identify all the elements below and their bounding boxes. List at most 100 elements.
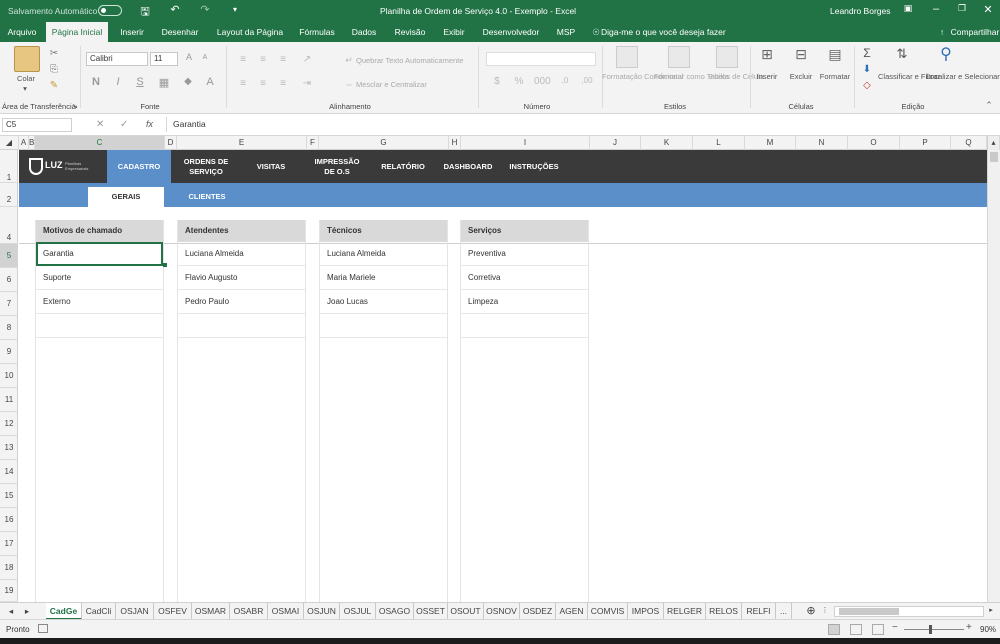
more-sheets-button[interactable]: ... [776, 603, 792, 620]
sort-filter-icon[interactable]: ⇅ [890, 46, 914, 68]
row-header-19[interactable]: 19 [0, 580, 18, 602]
subtab-clientes[interactable]: CLIENTES [169, 187, 245, 207]
zoom-level[interactable]: 90% [980, 625, 996, 634]
horizontal-scrollbar[interactable] [834, 606, 984, 617]
orientation-icon[interactable]: ↗ [300, 54, 314, 65]
macro-record-icon[interactable] [38, 624, 48, 633]
sheet-tab-osjan[interactable]: OSJAN [116, 603, 154, 620]
tab-layout[interactable]: Layout da Página [210, 22, 290, 42]
tab-desenvolvedor[interactable]: Desenvolvedor [476, 22, 546, 42]
indent-icon[interactable]: ⇥ [300, 78, 314, 89]
close-icon[interactable]: ✕ [980, 3, 996, 16]
col-header-k[interactable]: K [641, 136, 693, 150]
sheet-tab-osout[interactable]: OSOUT [448, 603, 484, 620]
tab-pagina-inicial[interactable]: Página Inicial [46, 22, 108, 42]
conditional-format-button[interactable]: Formatação Condicional [602, 72, 683, 82]
sheet-tab-osmar[interactable]: OSMAR [192, 603, 230, 620]
paste-dropdown-icon[interactable]: ▾ [18, 84, 32, 94]
sheet-tab-osjul[interactable]: OSJUL [340, 603, 376, 620]
align-top-icon[interactable]: ≡ [236, 54, 250, 65]
list-item[interactable]: Garantia [36, 242, 163, 266]
align-middle-icon[interactable]: ≡ [256, 54, 270, 65]
cancel-formula-icon[interactable]: ✕ [96, 119, 104, 130]
col-header-q[interactable]: Q [951, 136, 987, 150]
increase-decimal-icon[interactable]: ,0 [558, 76, 572, 85]
row-header-1[interactable]: 1 [0, 150, 18, 183]
insert-function-button[interactable]: fx [146, 119, 153, 129]
col-header-c[interactable]: C [35, 136, 165, 150]
tab-scroll-left-icon[interactable]: ◂ [4, 603, 18, 620]
tab-desenhar[interactable]: Desenhar [156, 22, 204, 42]
list-item[interactable]: Preventiva [461, 242, 588, 266]
decrease-decimal-icon[interactable]: ,00 [580, 76, 594, 85]
tab-formulas[interactable]: Fórmulas [294, 22, 340, 42]
restore-icon[interactable]: ❐ [954, 3, 970, 14]
fill-icon[interactable]: ⬇ [860, 64, 874, 75]
zoom-slider-thumb[interactable] [929, 625, 932, 634]
list-item[interactable]: Joao Lucas [320, 290, 447, 314]
vertical-scroll-thumb[interactable] [990, 152, 998, 162]
row-header-16[interactable]: 16 [0, 508, 18, 532]
bold-button[interactable]: N [90, 76, 102, 88]
list-item[interactable] [320, 314, 447, 338]
col-header-o[interactable]: O [848, 136, 900, 150]
col-header-d[interactable]: D [165, 136, 177, 150]
borders-icon[interactable]: ▦ [157, 76, 171, 89]
sheet-tab-agen[interactable]: AGEN [556, 603, 588, 620]
vertical-scrollbar[interactable] [987, 150, 1000, 602]
list-item[interactable]: Suporte [36, 266, 163, 290]
tab-scroll-right-icon[interactable]: ▸ [20, 603, 34, 620]
number-format-select[interactable] [486, 52, 596, 66]
row-header-8[interactable]: 8 [0, 316, 18, 340]
tab-exibir[interactable]: Exibir [437, 22, 471, 42]
copy-icon[interactable]: ⎘ [47, 64, 61, 75]
clear-icon[interactable]: ◇ [860, 80, 874, 91]
worksheet-grid[interactable]: LUZ Planilhas Empresariais CADASTRO ORDE… [19, 150, 987, 602]
nav-cadastro[interactable]: CADASTRO [107, 150, 171, 183]
currency-icon[interactable]: $ [490, 76, 504, 87]
share-button[interactable]: Compartilhar [950, 22, 1000, 42]
format-painter-icon[interactable]: ✎ [47, 80, 61, 91]
nav-relatorio[interactable]: RELATÓRIO [373, 150, 433, 183]
row-header-13[interactable]: 13 [0, 436, 18, 460]
list-item[interactable]: Luciana Almeida [320, 242, 447, 266]
row-header-7[interactable]: 7 [0, 292, 18, 316]
cell-styles-button[interactable]: Estilos de Célula [708, 72, 764, 82]
sort-filter-button[interactable]: Classificar e Filtrar [878, 72, 940, 82]
sheet-tab-osabr[interactable]: OSABR [230, 603, 268, 620]
list-item[interactable] [36, 314, 163, 338]
user-name[interactable]: Leandro Borges [830, 6, 891, 16]
list-item[interactable]: Limpeza [461, 290, 588, 314]
zoom-slider[interactable] [904, 629, 964, 630]
col-header-a[interactable]: A [19, 136, 29, 150]
format-table-icon[interactable] [668, 46, 690, 68]
increase-font-icon[interactable]: A [183, 52, 195, 62]
nav-instrucoes[interactable]: INSTRUÇÕES [503, 150, 565, 183]
zoom-in-button[interactable]: + [966, 622, 972, 633]
select-all-corner[interactable]: ◢ [0, 136, 19, 150]
sheet-tab-relger[interactable]: RELGER [664, 603, 706, 620]
col-header-m[interactable]: M [745, 136, 796, 150]
col-header-g[interactable]: G [319, 136, 449, 150]
autosum-icon[interactable]: Σ [860, 46, 874, 60]
page-break-view-icon[interactable] [872, 624, 884, 635]
format-table-button[interactable]: Formatar como Tabela [654, 72, 729, 82]
redo-icon[interactable]: ↷ [197, 3, 213, 16]
row-header-10[interactable]: 10 [0, 364, 18, 388]
nav-ordens-servico[interactable]: ORDENS DE SERVIÇO [176, 150, 236, 183]
nav-visitas[interactable]: VISITAS [245, 150, 297, 183]
row-header-18[interactable]: 18 [0, 556, 18, 580]
list-item[interactable]: Luciana Almeida [178, 242, 305, 266]
list-item[interactable]: Maria Mariele [320, 266, 447, 290]
subtab-gerais[interactable]: GERAIS [88, 187, 164, 207]
delete-cells-button[interactable]: Excluir [784, 72, 818, 82]
formula-input[interactable]: Garantia [166, 117, 996, 132]
nav-dashboard[interactable]: DASHBOARD [437, 150, 499, 183]
sheet-tab-cadcli[interactable]: CadCli [82, 603, 116, 620]
minimize-icon[interactable]: – [928, 3, 944, 15]
format-cells-button[interactable]: Formatar [816, 72, 854, 82]
enter-formula-icon[interactable]: ✓ [120, 119, 128, 130]
sheet-tab-osdez[interactable]: OSDEZ [520, 603, 556, 620]
font-size-select[interactable]: 11 [150, 52, 178, 66]
row-header-4[interactable]: 4 [0, 207, 18, 244]
